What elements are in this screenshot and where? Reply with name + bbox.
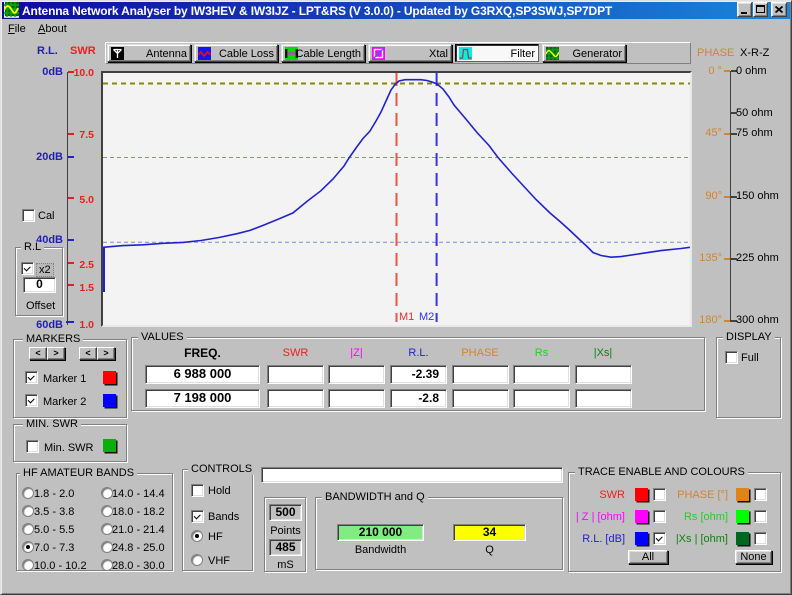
svg-text:M1: M1: [399, 311, 414, 323]
svg-text:M2: M2: [419, 311, 434, 323]
